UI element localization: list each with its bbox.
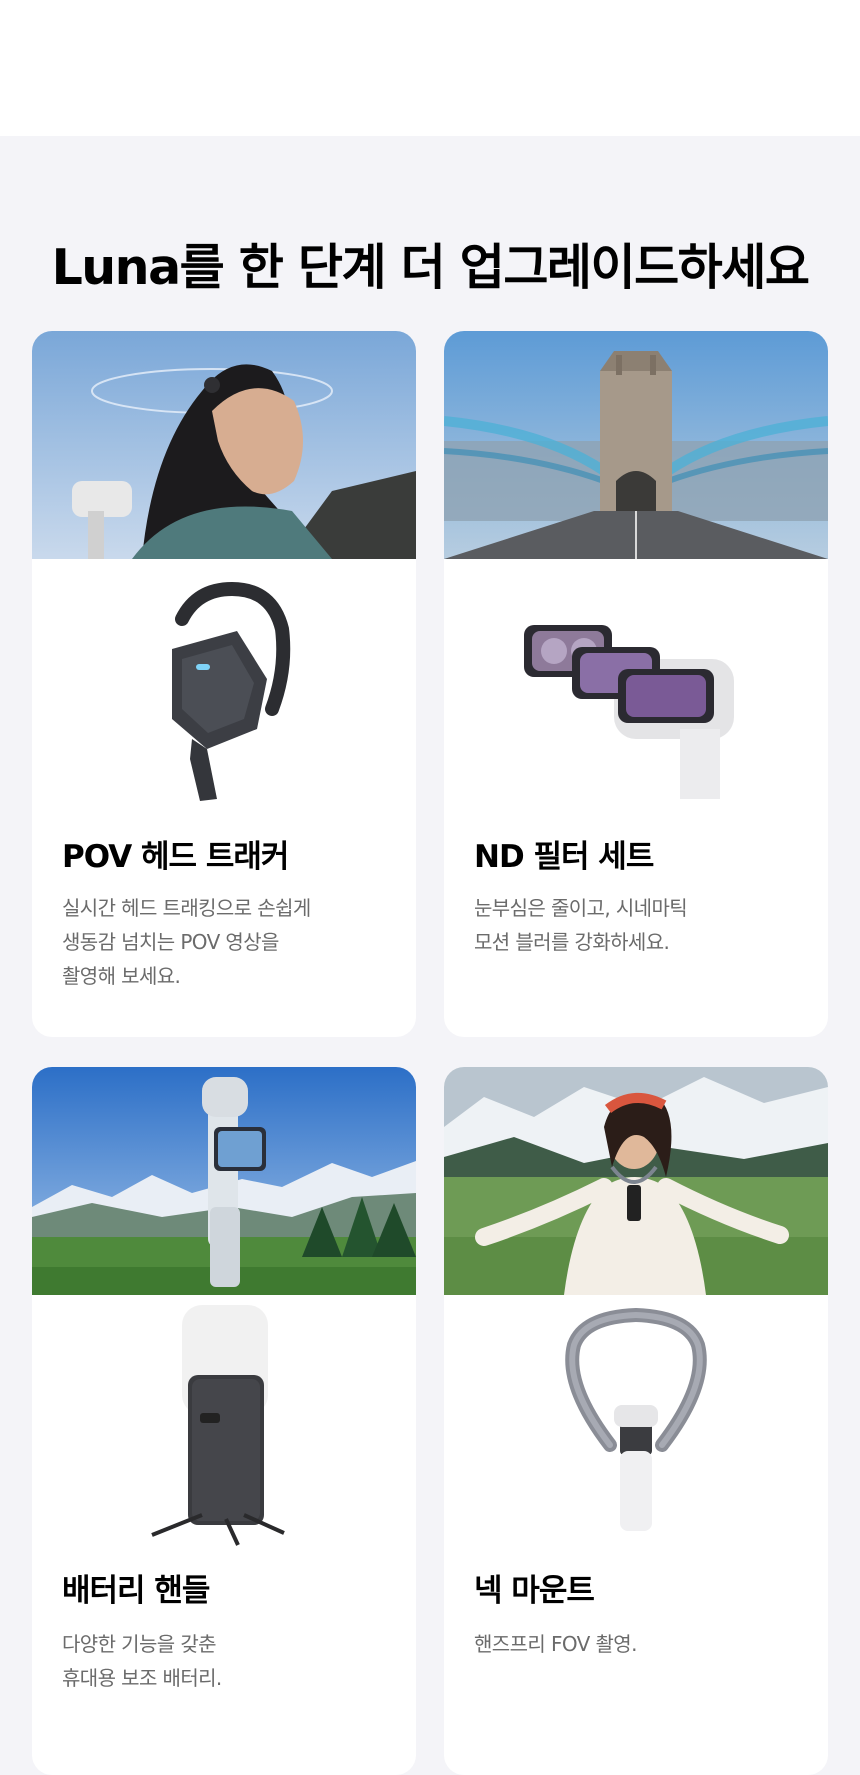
card-title: 배터리 핸들 [62,1573,210,1609]
card-description: 눈부심은 줄이고, 시네마틱 모션 블러를 강화하세요. [474,896,688,954]
head-tracker-product-image [32,559,416,813]
card-title: POV 헤드 트래커 [62,839,289,875]
nd-filter-product-image [444,559,828,813]
accessory-card-neck-mount[interactable]: 넥 마운트 핸즈프리 FOV 촬영. [444,1067,828,1775]
head-tracker-lifestyle-photo [32,331,416,559]
card-title: 넥 마운트 [474,1573,595,1609]
top-blank-area [0,0,860,136]
accessory-card-head-tracker[interactable]: POV 헤드 트래커 실시간 헤드 트래킹으로 손쉽게 생동감 넘치는 POV … [32,331,416,1037]
battery-handle-product-image [32,1295,416,1549]
accessory-card-battery-handle[interactable]: 배터리 핸들 다양한 기능을 갖춘 휴대용 보조 배터리. [32,1067,416,1775]
nd-filter-lifestyle-photo [444,331,828,559]
battery-handle-lifestyle-photo [32,1067,416,1295]
card-description: 실시간 헤드 트래킹으로 손쉽게 생동감 넘치는 POV 영상을 촬영해 보세요… [62,896,311,988]
neck-mount-product-image [444,1295,828,1549]
card-description: 핸즈프리 FOV 촬영. [474,1632,637,1656]
accessory-card-nd-filter[interactable]: ND 필터 세트 눈부심은 줄이고, 시네마틱 모션 블러를 강화하세요. [444,331,828,1037]
neck-mount-lifestyle-photo [444,1067,828,1295]
section-heading: Luna를 한 단계 더 업그레이드하세요 [51,239,810,296]
card-description: 다양한 기능을 갖춘 휴대용 보조 배터리. [62,1632,222,1690]
card-title: ND 필터 세트 [474,839,654,875]
